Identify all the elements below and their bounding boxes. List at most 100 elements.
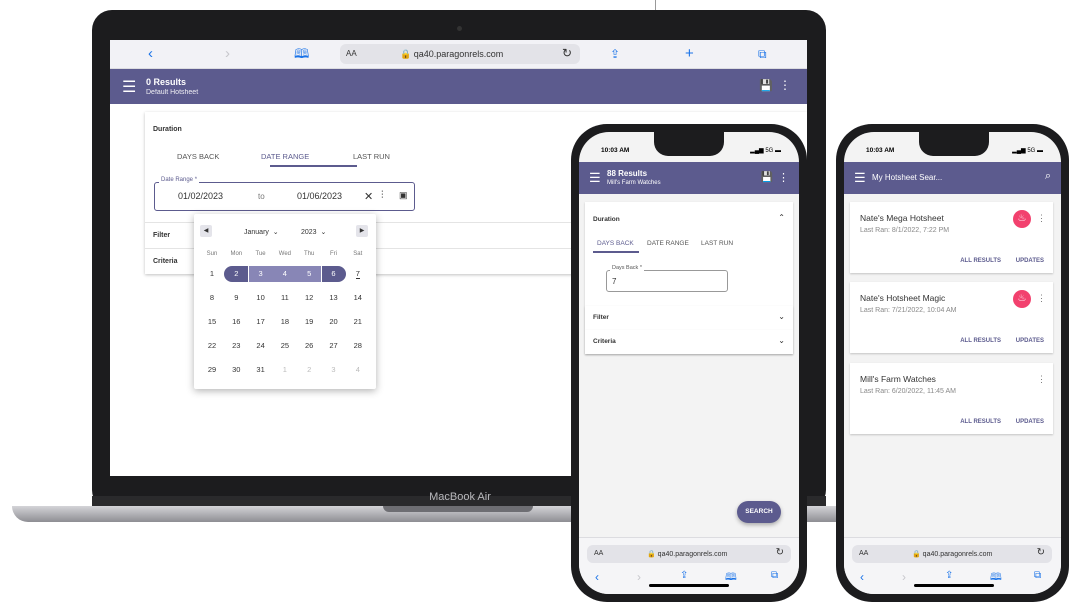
calendar-day-outside[interactable]: 3	[322, 362, 346, 378]
calendar-day[interactable]: 31	[249, 362, 273, 378]
criteria-section[interactable]: Criteria ⌄	[585, 330, 793, 354]
calendar-day[interactable]: 11	[273, 290, 297, 306]
hotsheet-card[interactable]: Nate's Hotsheet Magic Last Ran: 7/21/202…	[850, 282, 1053, 353]
tabs-icon[interactable]: ⧉	[1034, 570, 1041, 581]
search-icon[interactable]: ⌕	[1045, 170, 1051, 183]
year-select[interactable]: 2023 ⌄	[301, 228, 326, 236]
more-icon[interactable]: ⋮	[778, 171, 789, 184]
month-select[interactable]: January ⌄	[244, 228, 279, 236]
all-results-button[interactable]: ALL RESULTS	[960, 338, 1001, 344]
calendar-day[interactable]: 13	[322, 290, 346, 306]
tabs-icon[interactable]: ⧉	[758, 45, 767, 63]
address-bar[interactable]: AA 🔒 qa40.paragonrels.com ↻	[587, 545, 791, 563]
calendar-day[interactable]: 23	[224, 338, 248, 354]
calendar-day[interactable]: 12	[297, 290, 321, 306]
more-icon[interactable]: ⋮	[779, 78, 791, 92]
calendar-day[interactable]: 28	[346, 338, 370, 354]
share-icon[interactable]: ⇪	[680, 570, 688, 581]
more-icon[interactable]: ⋮	[1037, 293, 1046, 304]
calendar-day[interactable]: 25	[273, 338, 297, 354]
calendar-day[interactable]: 15	[200, 314, 224, 330]
forward-icon[interactable]: ›	[902, 570, 906, 584]
hotsheet-card[interactable]: Mill's Farm Watches Last Ran: 6/20/2022,…	[850, 363, 1053, 434]
calendar-day[interactable]: 20	[322, 314, 346, 330]
bookmarks-icon[interactable]: 🕮	[294, 45, 309, 63]
days-back-input[interactable]: 7	[612, 277, 616, 286]
address-bar[interactable]: AA 🔒 qa40.paragonrels.com ↻	[340, 44, 580, 64]
search-button[interactable]: SEARCH	[737, 501, 781, 523]
share-icon[interactable]: ⇪	[945, 570, 953, 581]
days-back-field[interactable]	[606, 270, 728, 292]
calendar-day[interactable]: 2	[224, 266, 249, 282]
updates-button[interactable]: UPDATES	[1016, 419, 1044, 425]
reload-icon[interactable]: ↻	[1037, 547, 1045, 558]
tab-last-run[interactable]: LAST RUN	[701, 240, 733, 247]
tab-date-range[interactable]: DATE RANGE	[647, 240, 689, 247]
calendar-day[interactable]: 5	[297, 266, 322, 282]
save-icon[interactable]: 💾	[761, 172, 773, 183]
updates-button[interactable]: UPDATES	[1016, 338, 1044, 344]
tune-icon[interactable]: ⫶	[381, 190, 384, 201]
clear-icon[interactable]: ✕	[364, 190, 373, 203]
calendar-day-outside[interactable]: 2	[297, 362, 321, 378]
new-tab-icon[interactable]: +	[685, 45, 694, 63]
all-results-button[interactable]: ALL RESULTS	[960, 419, 1001, 425]
back-icon[interactable]: ‹	[595, 570, 599, 584]
menu-icon[interactable]: ☰	[854, 170, 866, 186]
updates-button[interactable]: UPDATES	[1016, 258, 1044, 264]
calendar-day[interactable]: 16	[224, 314, 248, 330]
calendar-day[interactable]: 22	[200, 338, 224, 354]
tabs-icon[interactable]: ⧉	[771, 570, 778, 581]
filter-section[interactable]: Filter	[153, 232, 170, 239]
more-icon[interactable]: ⋮	[1037, 213, 1046, 224]
save-icon[interactable]: 💾	[759, 79, 773, 92]
calendar-day[interactable]: 3	[248, 266, 273, 282]
prev-month-icon[interactable]: ◀	[200, 225, 212, 237]
next-month-icon[interactable]: ▶	[356, 225, 368, 237]
chevron-up-icon[interactable]: ⌃	[778, 213, 785, 222]
tab-days-back[interactable]: DAYS BACK	[177, 152, 219, 161]
text-size-button[interactable]: AA	[346, 49, 357, 58]
calendar-day[interactable]: 17	[249, 314, 273, 330]
calendar-day[interactable]: 9	[224, 290, 248, 306]
share-icon[interactable]: ⇪	[610, 45, 620, 63]
tab-last-run[interactable]: LAST RUN	[353, 152, 390, 161]
menu-icon[interactable]: ☰	[589, 170, 601, 186]
menu-icon[interactable]: ☰	[122, 77, 136, 97]
more-icon[interactable]: ⋮	[1037, 374, 1046, 385]
calendar-day[interactable]: 10	[249, 290, 273, 306]
criteria-section[interactable]: Criteria	[153, 258, 178, 265]
calendar-day-outside[interactable]: 1	[273, 362, 297, 378]
calendar-day[interactable]: 26	[297, 338, 321, 354]
calendar-day[interactable]: 27	[322, 338, 346, 354]
tab-date-range[interactable]: DATE RANGE	[261, 152, 309, 161]
date-from-input[interactable]: 01/02/2023	[178, 191, 223, 201]
calendar-day[interactable]: 4	[272, 266, 297, 282]
calendar-icon[interactable]: ▣	[399, 190, 408, 201]
calendar-day[interactable]: 30	[224, 362, 248, 378]
forward-icon[interactable]: ›	[637, 570, 641, 584]
text-size-button[interactable]: AA	[594, 550, 603, 557]
back-icon[interactable]: ‹	[148, 45, 153, 63]
calendar-day[interactable]: 14	[346, 290, 370, 306]
text-size-button[interactable]: AA	[859, 550, 868, 557]
all-results-button[interactable]: ALL RESULTS	[960, 258, 1001, 264]
calendar-day[interactable]: 6	[321, 266, 346, 282]
calendar-day-outside[interactable]: 4	[346, 362, 370, 378]
forward-icon[interactable]: ›	[225, 45, 230, 63]
calendar-day[interactable]: 18	[273, 314, 297, 330]
calendar-day[interactable]: 8	[200, 290, 224, 306]
tab-days-back[interactable]: DAYS BACK	[597, 240, 634, 247]
calendar-day[interactable]: 1	[200, 266, 224, 282]
reload-icon[interactable]: ↻	[562, 46, 572, 60]
hotsheet-card[interactable]: Nate's Mega Hotsheet Last Ran: 8/1/2022,…	[850, 202, 1053, 273]
calendar-day[interactable]: 19	[297, 314, 321, 330]
address-bar[interactable]: AA 🔒 qa40.paragonrels.com ↻	[852, 545, 1052, 563]
calendar-day[interactable]: 24	[249, 338, 273, 354]
date-to-input[interactable]: 01/06/2023	[297, 191, 342, 201]
calendar-day[interactable]: 7	[346, 266, 370, 282]
calendar-day[interactable]: 21	[346, 314, 370, 330]
filter-section[interactable]: Filter ⌄	[585, 306, 793, 330]
calendar-day[interactable]: 29	[200, 362, 224, 378]
back-icon[interactable]: ‹	[860, 570, 864, 584]
